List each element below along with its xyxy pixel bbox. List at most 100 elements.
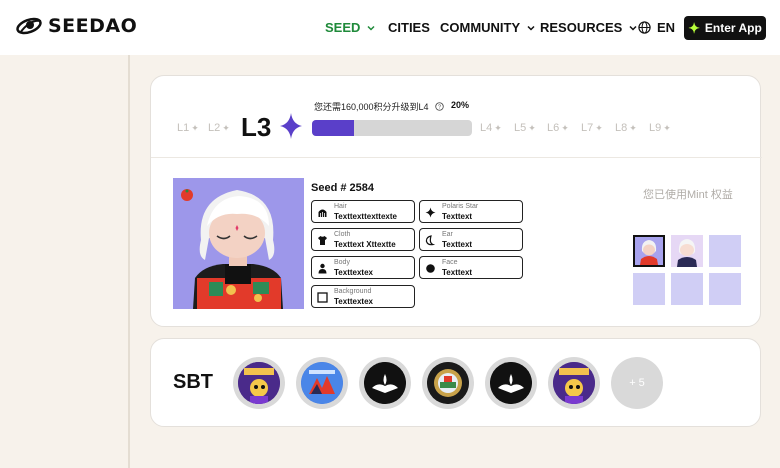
enter-app-label: Enter App <box>704 21 762 35</box>
level-l8: L8 ✦ <box>615 122 637 134</box>
seedao-logo-icon <box>16 17 42 35</box>
sbt-badge-image <box>553 362 595 404</box>
top-navbar: SEEDAO SEED CITIES COMMUNITY RESOURCES E… <box>0 0 780 55</box>
attribute-label: Ear <box>442 231 453 238</box>
circle-icon <box>426 264 435 273</box>
seed-thumbnail-image <box>677 239 697 267</box>
level-star-icon <box>280 113 302 139</box>
chevron-down-icon <box>527 25 535 31</box>
attribute-face[interactable]: Face Texttext <box>419 256 523 279</box>
mint-status-text: 您已使用Mint 权益 <box>643 189 733 201</box>
sparkle-icon <box>425 207 436 218</box>
level-l5-label: L5 <box>514 122 527 134</box>
level-progress-row: L1 ✦ L2 ✦ L3 您还需160,000积分升级到L4 ? 20% L4 ✦ L… <box>151 76 762 158</box>
star-icon: ✦ <box>191 122 199 133</box>
attribute-value: Texttextex <box>334 297 373 306</box>
attribute-value: Texttext Xttextte <box>334 240 396 249</box>
nav-resources-label: RESOURCES <box>540 20 623 35</box>
seed-level-card: L1 ✦ L2 ✦ L3 您还需160,000积分升级到L4 ? 20% L4 ✦ L… <box>150 75 762 327</box>
language-switcher[interactable]: EN <box>638 0 675 55</box>
level-l1-label: L1 <box>177 122 190 134</box>
attribute-label: Background <box>334 288 372 295</box>
star-icon: ✦ <box>663 122 671 133</box>
nav-cities-label: CITIES <box>388 20 430 35</box>
sbt-badge-image <box>427 362 469 404</box>
level-l7: L7 ✦ <box>581 122 603 134</box>
level-l9-label: L9 <box>649 122 662 134</box>
level-l2-label: L2 <box>208 122 221 134</box>
sbt-badge[interactable] <box>548 357 600 409</box>
level-l2: L2 ✦ <box>208 122 230 134</box>
attribute-value: Texttextex <box>334 268 373 277</box>
sbt-badge-art <box>364 362 406 404</box>
sbt-badge[interactable] <box>233 357 285 409</box>
chevron-down-icon <box>629 25 637 31</box>
star-icon: ✦ <box>629 122 637 133</box>
empty-slot <box>671 273 703 305</box>
seed-title: Seed # 2584 <box>311 182 374 194</box>
square-icon <box>317 292 328 303</box>
star-icon: ✦ <box>222 122 230 133</box>
seed-avatar-illustration <box>173 178 304 309</box>
attribute-body[interactable]: Body Texttextex <box>311 256 415 279</box>
attribute-polaris-star[interactable]: Polaris Star Texttext <box>419 200 523 223</box>
attribute-ear[interactable]: Ear Texttext <box>419 228 523 251</box>
level-l6-label: L6 <box>547 122 560 134</box>
svg-text:?: ? <box>438 105 441 111</box>
sbt-badge-art <box>238 362 280 404</box>
sbt-more-label: + 5 <box>629 377 645 389</box>
seed-thumbnail-selected[interactable] <box>633 235 665 267</box>
nav-resources[interactable]: RESOURCES <box>540 0 638 55</box>
sbt-badge[interactable] <box>422 357 474 409</box>
attribute-cloth[interactable]: Cloth Texttext Xttextte <box>311 228 415 251</box>
sbt-badge-art <box>553 362 595 404</box>
sbt-badge-image <box>490 362 532 404</box>
sbt-card: SBT + 5 <box>150 338 761 427</box>
nav-seed[interactable]: SEED <box>325 0 376 55</box>
nav-community[interactable]: COMMUNITY <box>440 0 536 55</box>
person-icon <box>318 263 327 274</box>
sbt-badge[interactable] <box>485 357 537 409</box>
hair-icon <box>318 209 327 217</box>
attribute-label: Cloth <box>334 231 351 238</box>
sparkle-icon: ✦ <box>688 19 700 36</box>
shirt-icon <box>318 236 327 245</box>
sbt-badge[interactable] <box>359 357 411 409</box>
attribute-value: Texttexttexttexte <box>334 212 397 221</box>
progress-percent: 20% <box>451 100 470 110</box>
help-icon[interactable]: ? <box>434 102 444 111</box>
star-icon: ✦ <box>561 122 569 133</box>
moon-icon <box>425 235 436 246</box>
seed-avatar-image <box>173 178 304 309</box>
sbt-badge-image <box>364 362 406 404</box>
left-panel <box>0 55 130 468</box>
level-l4-label: L4 <box>480 122 493 134</box>
chevron-down-icon <box>367 25 375 31</box>
sbt-badge[interactable] <box>296 357 348 409</box>
attribute-label: Polaris Star <box>442 203 479 210</box>
nav-community-label: COMMUNITY <box>440 20 521 35</box>
seed-thumbnail[interactable] <box>671 235 703 267</box>
level-l6: L6 ✦ <box>547 122 569 134</box>
attribute-value: Texttext <box>442 212 473 221</box>
level-l9: L9 ✦ <box>649 122 671 134</box>
nav-cities[interactable]: CITIES <box>388 0 430 55</box>
attribute-label: Hair <box>334 203 347 210</box>
seed-thumbnail-image <box>640 240 658 265</box>
enter-app-button[interactable]: ✦ Enter App <box>684 16 766 40</box>
attribute-hair[interactable]: Hair Texttexttexttexte <box>311 200 415 223</box>
level-l4: L4 ✦ <box>480 122 502 134</box>
attribute-value: Texttext <box>442 240 473 249</box>
attribute-label: Body <box>334 259 350 266</box>
seedao-logo[interactable]: SEEDAO <box>16 15 137 37</box>
progress-text-label: 您还需160,000积分升级到L4 <box>314 102 429 112</box>
sbt-badge-art <box>490 362 532 404</box>
star-icon: ✦ <box>595 122 603 133</box>
level-l7-label: L7 <box>581 122 594 134</box>
level-l1: L1 ✦ <box>177 122 199 134</box>
sbt-badge-image <box>238 362 280 404</box>
progress-bar <box>312 120 472 136</box>
sbt-more-button[interactable]: + 5 <box>611 357 663 409</box>
sbt-badge-art <box>427 362 469 404</box>
attribute-background[interactable]: Background Texttextex <box>311 285 415 308</box>
